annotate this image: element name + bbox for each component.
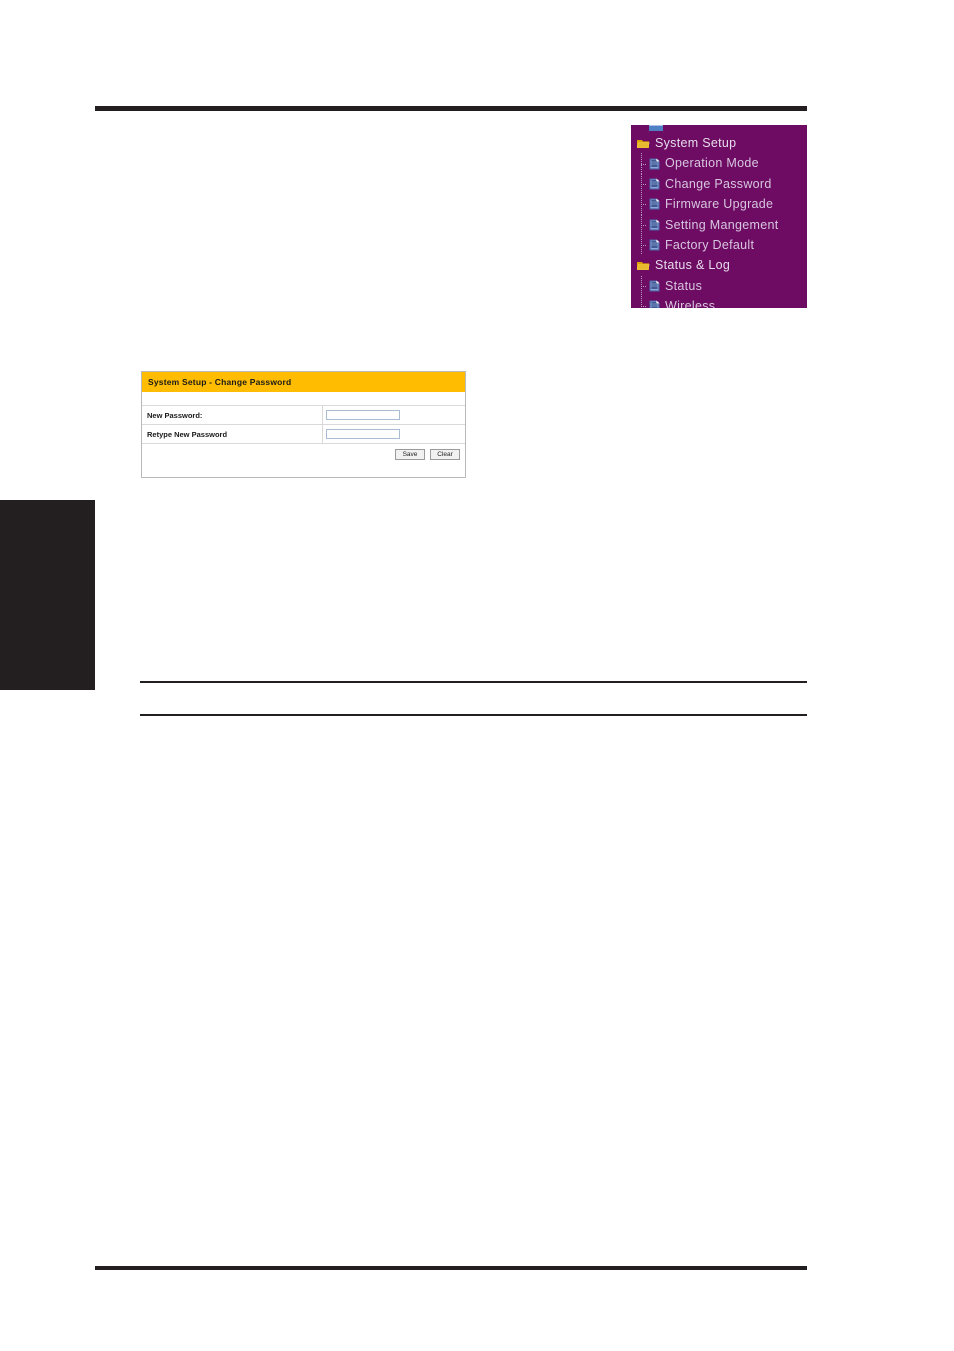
panel-header: System Setup - Change Password <box>142 372 465 392</box>
retype-password-input[interactable] <box>326 429 400 439</box>
nav-item-firmware-upgrade[interactable]: Firmware Upgrade <box>631 194 807 215</box>
nav-item-label: Wireless <box>665 299 716 308</box>
panel-title: System Setup - Change Password <box>148 377 292 387</box>
page-header-rule <box>95 106 807 111</box>
panel-actions: Save Clear <box>142 444 465 464</box>
document-icon <box>649 198 660 210</box>
page-bottom-rule <box>95 1266 807 1270</box>
new-password-input[interactable] <box>326 410 400 420</box>
nav-item-operation-mode[interactable]: Operation Mode <box>631 153 807 175</box>
chapter-side-tab <box>0 500 95 690</box>
form-row-retype-password: Retype New Password <box>142 425 465 444</box>
nav-item-wireless[interactable]: Wireless <box>631 296 807 308</box>
folder-icon <box>637 138 650 149</box>
panel-spacer <box>142 392 465 406</box>
page-footer-rule-upper <box>140 681 807 683</box>
nav-item-status[interactable]: Status <box>631 275 807 297</box>
form-row-new-password: New Password: <box>142 406 465 425</box>
nav-item-label: Change Password <box>665 176 772 191</box>
new-password-field-cell <box>322 406 465 424</box>
navigation-menu[interactable]: System Setup Operation Mode Change Passw… <box>631 125 807 308</box>
page-footer-rule-lower <box>140 714 807 716</box>
document-icon <box>649 300 660 308</box>
document-icon <box>649 239 660 251</box>
change-password-panel: System Setup - Change Password New Passw… <box>141 371 466 478</box>
nav-item-factory-default[interactable]: Factory Default <box>631 234 807 256</box>
nav-item-status-and-log[interactable]: Status & Log <box>631 255 807 275</box>
nav-item-label: Operation Mode <box>665 156 759 171</box>
nav-item-change-password[interactable]: Change Password <box>631 173 807 195</box>
nav-item-label: Status <box>665 278 703 293</box>
clear-button[interactable]: Clear <box>430 448 460 460</box>
new-password-label: New Password: <box>147 410 203 420</box>
folder-icon <box>637 260 650 271</box>
document-icon <box>649 178 660 190</box>
nav-item-label: Firmware Upgrade <box>665 197 774 212</box>
retype-password-label: Retype New Password <box>147 429 228 439</box>
nav-item-label: System Setup <box>655 135 737 150</box>
document-icon <box>649 158 660 170</box>
nav-item-label: Setting Mangement <box>665 217 779 232</box>
document-icon <box>649 280 660 292</box>
document-icon <box>649 219 660 231</box>
retype-password-field-cell <box>322 425 465 443</box>
nav-tree-list: System Setup Operation Mode Change Passw… <box>631 133 807 308</box>
nav-item-system-setup[interactable]: System Setup <box>631 133 807 153</box>
nav-item-setting-mangement[interactable]: Setting Mangement <box>631 214 807 236</box>
nav-item-label: Factory Default <box>665 237 755 252</box>
save-button[interactable]: Save <box>395 448 425 460</box>
nav-scroll-stub <box>649 125 663 131</box>
nav-item-label: Status & Log <box>655 258 731 273</box>
